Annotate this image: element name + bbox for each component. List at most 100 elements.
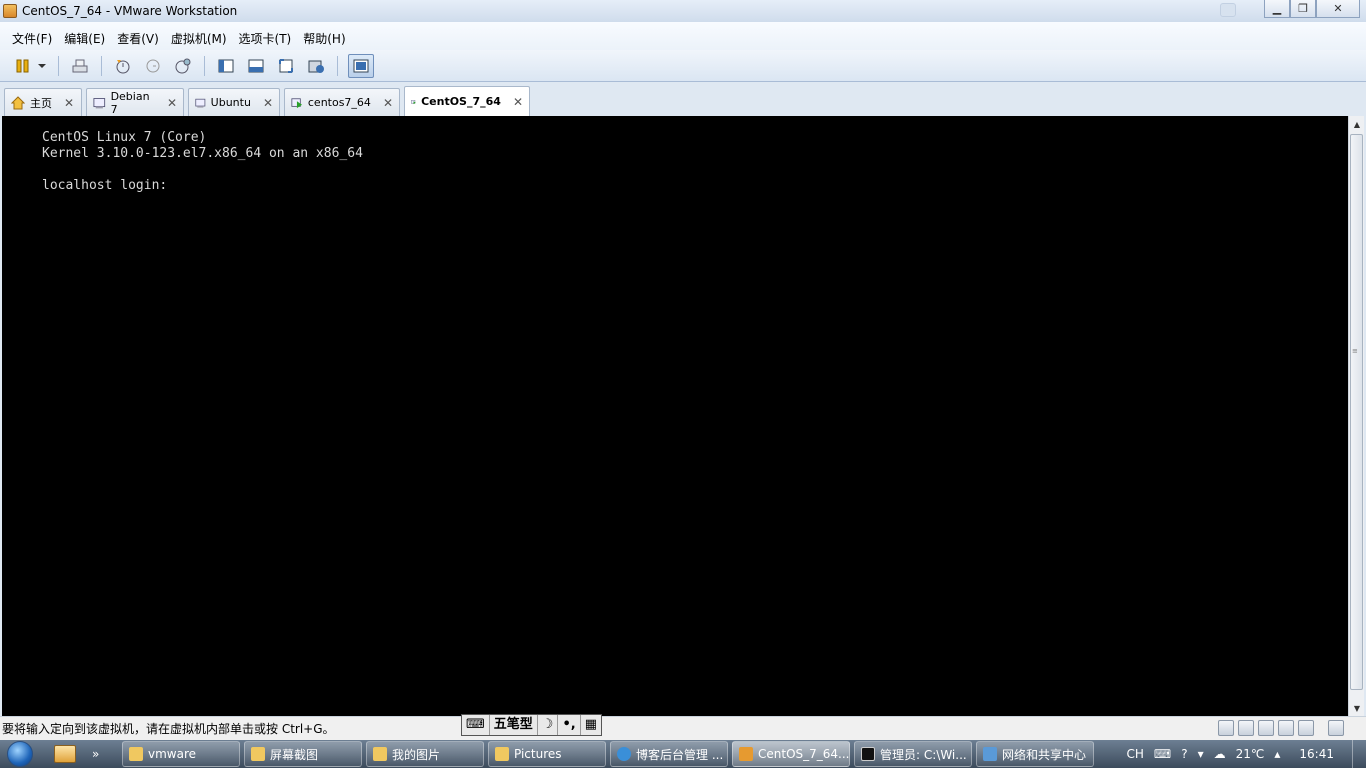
task-vmware-centos[interactable]: CentOS_7_64... (732, 741, 850, 767)
window-controls: ▁ ❐ ✕ (1264, 0, 1360, 18)
windows-orb-icon (7, 741, 33, 767)
device-status-icons (1218, 720, 1344, 736)
toolbar (0, 50, 1366, 82)
console-view-icon[interactable] (348, 53, 374, 78)
console-text: CentOS Linux 7 (Core) Kernel 3.10.0-123.… (42, 130, 363, 194)
system-tray: CH ⌨ ? ▾ ☁ 21℃ ▴ 16:41 (1121, 740, 1366, 768)
vmware-icon (739, 747, 753, 761)
tab-close-icon[interactable]: ✕ (263, 96, 273, 110)
task-blog-browser[interactable]: 博客后台管理 ... (610, 741, 728, 767)
folder-icon (495, 747, 509, 761)
tab-label: centos7_64 (307, 96, 371, 109)
tab-debian-7[interactable]: Debian 7 ✕ (86, 88, 184, 116)
vertical-scrollbar[interactable]: ▲ ≡ ▼ (1348, 116, 1364, 716)
help-tray-icon[interactable]: ? (1181, 747, 1187, 761)
tab-bar: 主页 ✕ Debian 7 ✕ Ubuntu ✕ centos7_64 ✕ Ce… (0, 84, 1366, 116)
quicklaunch-calendar-icon[interactable] (54, 745, 76, 763)
pause-icon[interactable] (12, 55, 34, 77)
dropdown-icon[interactable] (36, 55, 48, 77)
scroll-down-icon[interactable]: ▼ (1349, 700, 1365, 716)
status-bar: 要将输入定向到该虚拟机，请在虚拟机内部单击或按 Ctrl+G。 (0, 716, 1366, 740)
minimize-button[interactable]: ▁ (1264, 0, 1290, 18)
quicklaunch-more-icon[interactable]: » (92, 747, 122, 761)
tray-language[interactable]: CH (1126, 747, 1143, 761)
weather-cloud-icon[interactable]: ☁ (1214, 747, 1226, 761)
view-library-icon[interactable] (215, 55, 237, 77)
cdrom-icon[interactable] (1238, 720, 1254, 736)
menu-view[interactable]: 查看(V) (111, 30, 165, 47)
tray-temperature[interactable]: 21℃ (1236, 747, 1265, 761)
vm-running-icon (291, 97, 303, 108)
ime-tray-icon[interactable]: ⌨ (1154, 747, 1171, 761)
toolbar-separator (101, 55, 102, 76)
scroll-thumb[interactable] (1350, 134, 1363, 690)
maximize-button[interactable]: ❐ (1290, 0, 1316, 18)
browser-icon (617, 747, 631, 761)
ime-punct-icon[interactable]: •, (558, 715, 581, 735)
tab-label: Debian 7 (110, 89, 150, 116)
task-vmware-folder[interactable]: vmware (122, 741, 240, 767)
network-adapter-icon[interactable] (1258, 720, 1274, 736)
tab-centos-7-64[interactable]: CentOS_7_64 ✕ (404, 86, 530, 116)
tab-close-icon[interactable]: ✕ (64, 96, 74, 110)
vm-icon (195, 98, 206, 108)
toolbar-separator (337, 55, 338, 76)
scroll-grip-icon: ≡ (1352, 347, 1358, 355)
menu-file[interactable]: 文件(F) (6, 30, 58, 47)
snapshot-revert-icon[interactable] (142, 55, 164, 77)
sound-icon[interactable] (1298, 720, 1314, 736)
vm-running-icon (411, 99, 416, 104)
ime-moon-icon[interactable]: ☽ (538, 715, 559, 735)
start-button[interactable] (0, 740, 40, 768)
tab-label: 主页 (30, 96, 52, 110)
tab-close-icon[interactable]: ✕ (383, 96, 393, 110)
title-bar: CentOS_7_64 - VMware Workstation ▁ ❐ ✕ (0, 0, 1366, 22)
tab-close-icon[interactable]: ✕ (513, 95, 523, 109)
view-thumbnail-icon[interactable] (245, 55, 267, 77)
toolbar-separator (58, 55, 59, 76)
tab-home[interactable]: 主页 ✕ (4, 88, 82, 116)
fullscreen-icon[interactable] (275, 55, 297, 77)
console-login-prompt: localhost login: (42, 178, 168, 193)
folder-icon (251, 747, 265, 761)
task-pictures-folder[interactable]: Pictures (488, 741, 606, 767)
tray-expand-icon[interactable]: ▾ (1198, 747, 1204, 761)
tab-centos7-64[interactable]: centos7_64 ✕ (284, 88, 400, 116)
tab-close-icon[interactable]: ✕ (167, 96, 177, 110)
tab-ubuntu[interactable]: Ubuntu ✕ (188, 88, 280, 116)
printer-icon[interactable] (1278, 720, 1294, 736)
show-desktop-button[interactable] (1352, 740, 1366, 768)
folder-icon (129, 747, 143, 761)
tab-label: CentOS_7_64 (421, 95, 501, 108)
task-network-center[interactable]: 网络和共享中心 (976, 741, 1094, 767)
close-button[interactable]: ✕ (1316, 0, 1360, 18)
scroll-up-icon[interactable]: ▲ (1349, 116, 1365, 132)
tray-arrow-icon[interactable]: ▴ (1274, 747, 1280, 761)
help-ghost-icon (1220, 3, 1236, 17)
snapshot-manager-icon[interactable] (172, 55, 194, 77)
send-keys-icon[interactable] (69, 55, 91, 77)
task-screenshots-folder[interactable]: 屏幕截图 (244, 741, 362, 767)
folder-icon (373, 747, 387, 761)
vm-icon (93, 97, 106, 108)
hdd-icon[interactable] (1218, 720, 1234, 736)
menu-tabs[interactable]: 选项卡(T) (233, 30, 298, 47)
menu-edit[interactable]: 编辑(E) (58, 30, 111, 47)
task-cmd[interactable]: 管理员: C:\Wi... (854, 741, 972, 767)
console-line: Kernel 3.10.0-123.el7.x86_64 on an x86_6… (42, 146, 363, 161)
ime-mode[interactable]: 五笔型 (490, 715, 538, 735)
ime-keyboard-icon[interactable]: ▦ (581, 715, 601, 735)
tray-clock[interactable]: 16:41 (1299, 747, 1334, 761)
menu-help[interactable]: 帮助(H) (297, 30, 351, 47)
vm-console[interactable]: CentOS Linux 7 (Core) Kernel 3.10.0-123.… (2, 116, 1348, 716)
message-log-icon[interactable] (1328, 720, 1344, 736)
status-message: 要将输入定向到该虚拟机，请在虚拟机内部单击或按 Ctrl+G。 (2, 722, 335, 736)
task-my-pictures-folder[interactable]: 我的图片 (366, 741, 484, 767)
cmd-icon (861, 747, 875, 761)
menu-vm[interactable]: 虚拟机(M) (165, 30, 233, 47)
unity-icon[interactable] (305, 55, 327, 77)
console-line: CentOS Linux 7 (Core) (42, 130, 207, 145)
snapshot-take-icon[interactable] (112, 55, 134, 77)
window-title: CentOS_7_64 - VMware Workstation (22, 4, 238, 18)
ime-logo-icon[interactable]: ⌨ (462, 715, 490, 735)
